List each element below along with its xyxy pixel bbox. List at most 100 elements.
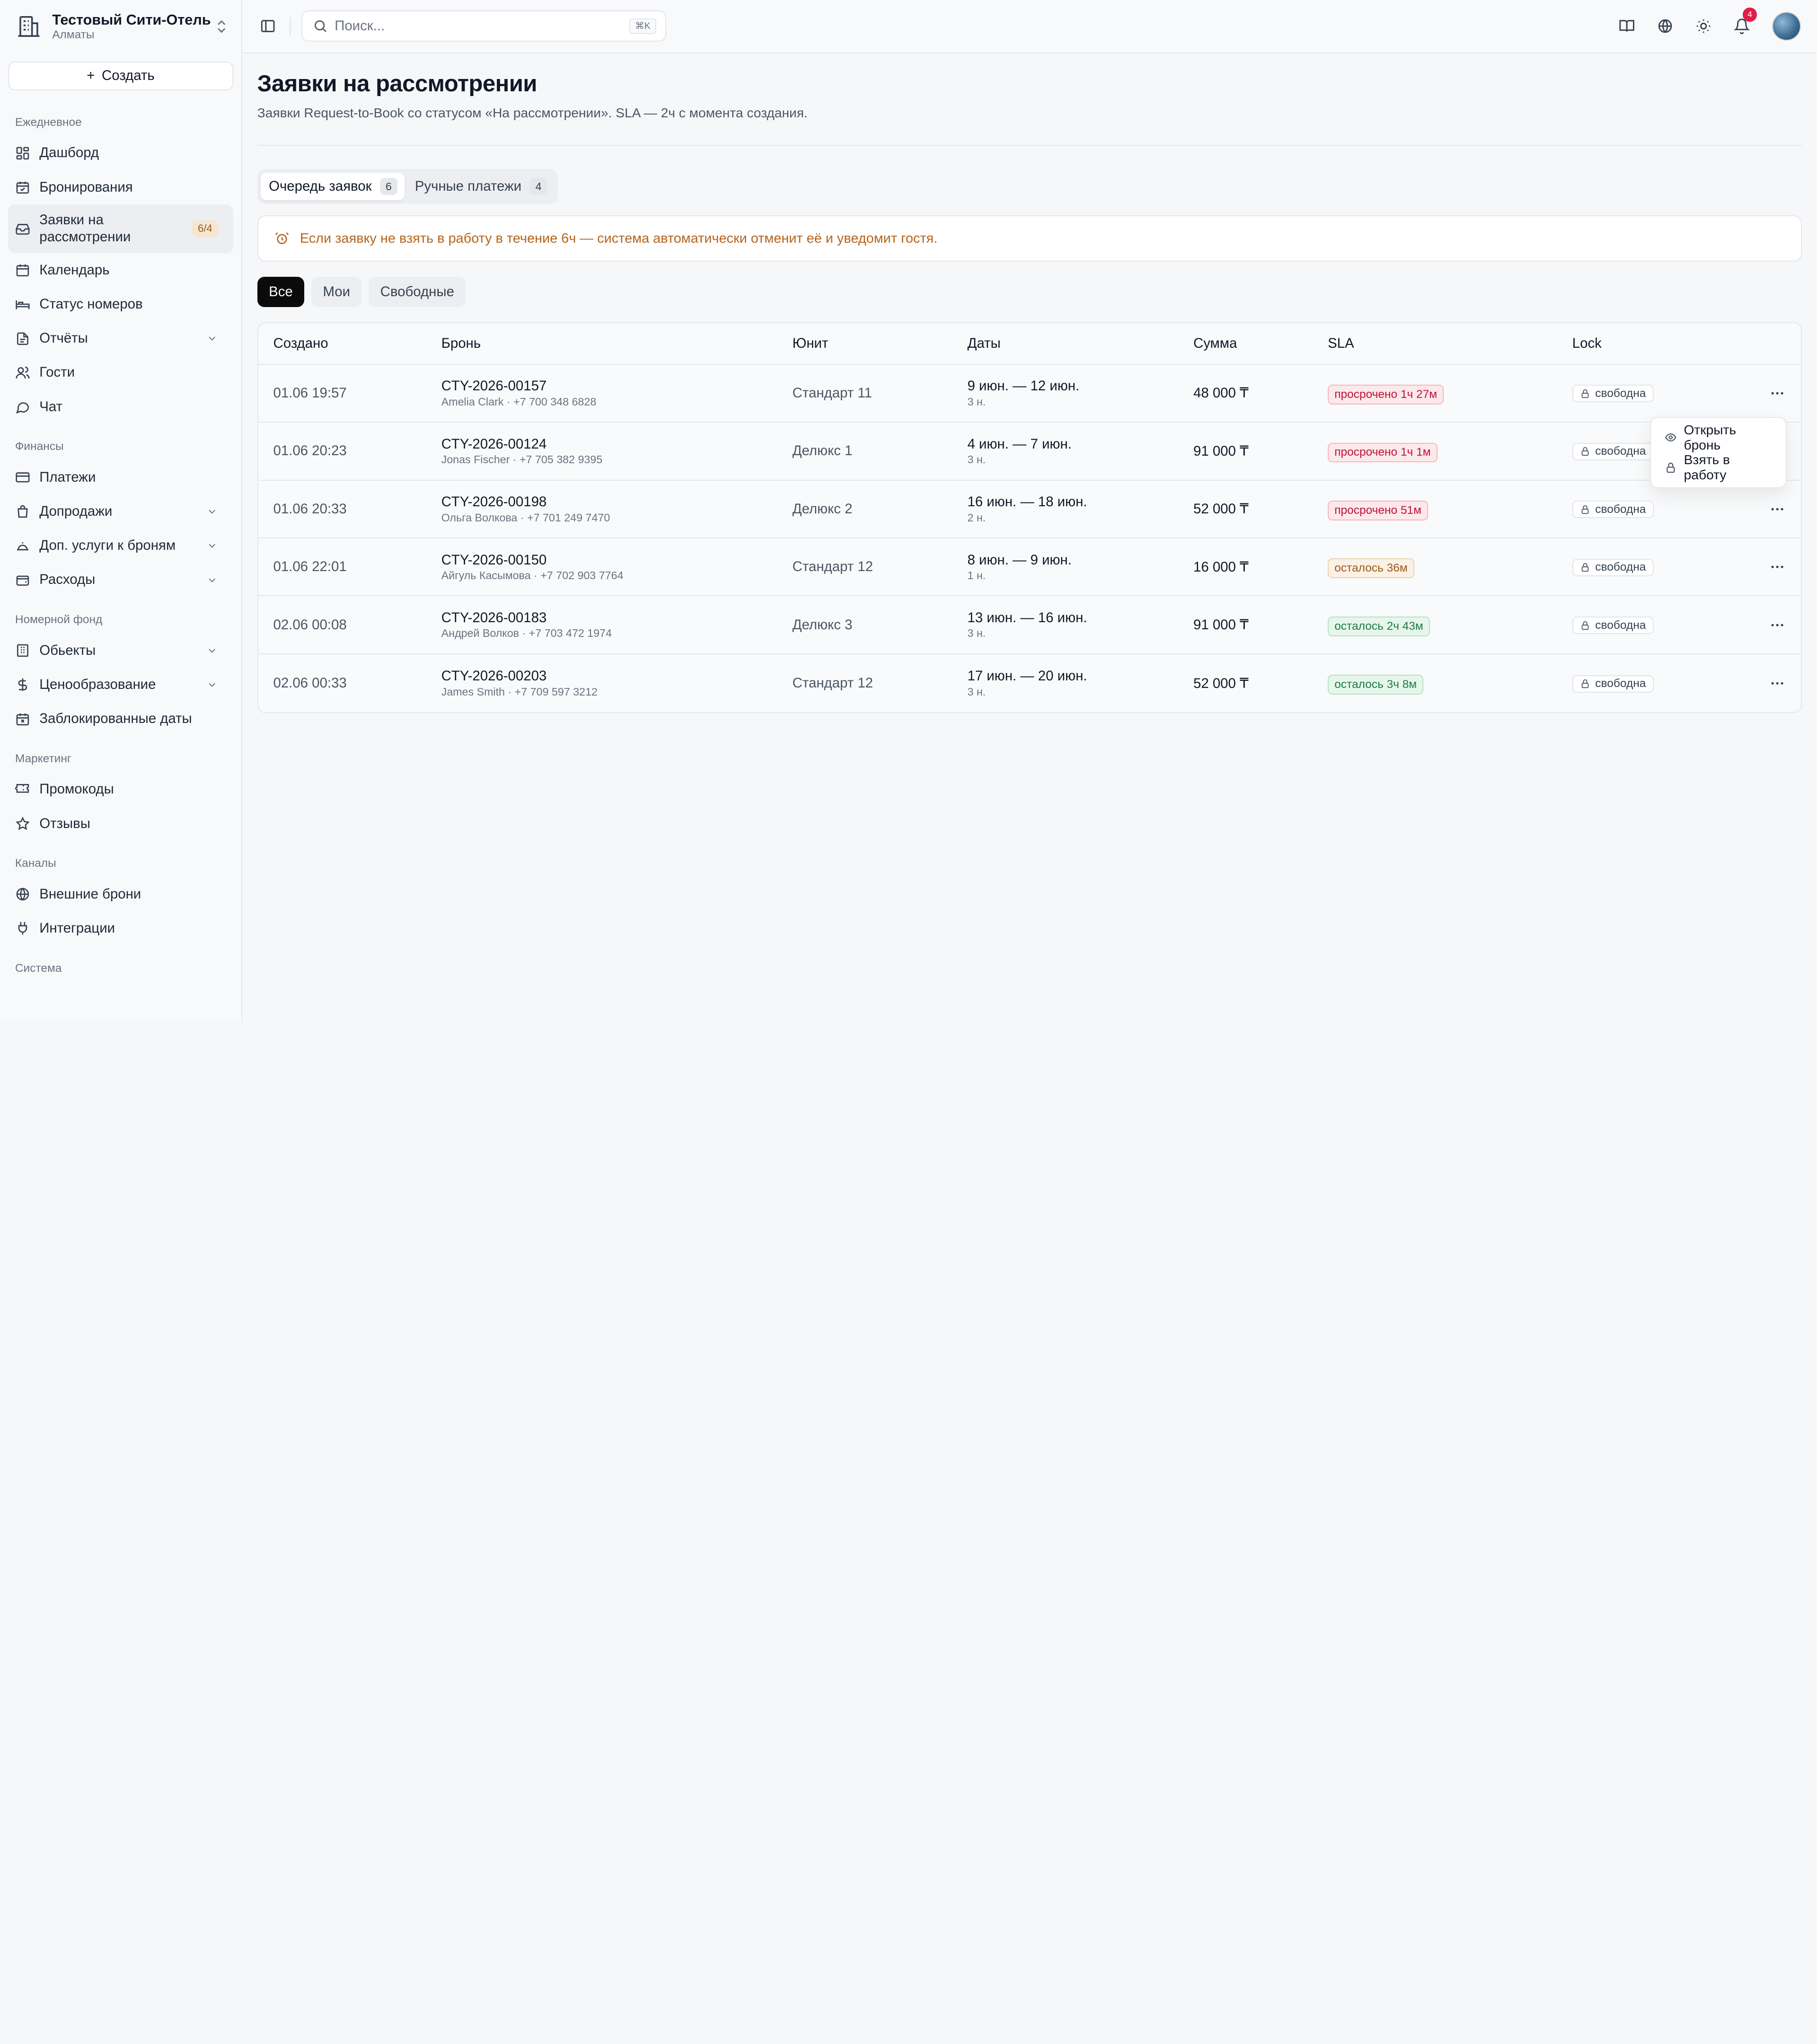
sum-cell: 16 000 ₸ xyxy=(1193,559,1249,575)
lock-label: свободна xyxy=(1595,561,1646,574)
sun-icon[interactable] xyxy=(1695,18,1711,34)
sidebar-item-0-3[interactable]: Календарь xyxy=(8,253,233,287)
building-icon xyxy=(18,16,40,37)
building-icon xyxy=(17,644,28,657)
column-header[interactable]: SLA xyxy=(1313,335,1557,352)
open-booking-menu-item[interactable]: Открыть бронь xyxy=(1656,423,1781,453)
lock-label: свободна xyxy=(1595,387,1646,400)
sidebar-item-0-5[interactable]: Отчёты xyxy=(8,321,233,355)
column-header[interactable]: Сумма xyxy=(1178,335,1313,352)
sidebar-item-label: Платежи xyxy=(39,469,96,485)
sidebar-item-0-0[interactable]: Дашборд xyxy=(8,136,233,170)
date-range: 4 июн. — 7 июн. xyxy=(967,436,1072,452)
date-range: 8 июн. — 9 июн. xyxy=(967,552,1072,568)
sidebar-item-3-0[interactable]: Промокоды xyxy=(8,773,233,807)
avatar[interactable] xyxy=(1772,11,1801,41)
booking-code[interactable]: CTY-2026-00183 xyxy=(441,610,777,626)
more-horizontal-icon[interactable] xyxy=(1769,385,1785,401)
table-row[interactable]: 01.06 20:23 CTY-2026-00124 Jonas Fischer… xyxy=(258,423,1801,481)
sidebar-item-2-1[interactable]: Ценообразование xyxy=(8,668,233,702)
filter-free[interactable]: Свободные xyxy=(369,277,466,307)
sla-cell: осталось 2ч 43м xyxy=(1313,614,1557,636)
booking-code[interactable]: CTY-2026-00203 xyxy=(441,668,777,684)
sla-badge: просрочено 1ч 27м xyxy=(1328,385,1444,405)
hotel-switcher[interactable]: Тестовый Сити-Отель Алматы xyxy=(0,0,241,53)
sidebar-item-2-0[interactable]: Обьекты xyxy=(8,634,233,668)
sla-cell: просрочено 1ч 27м xyxy=(1313,382,1557,405)
sidebar-item-label: Промокоды xyxy=(39,781,114,797)
more-horizontal-icon[interactable] xyxy=(1769,559,1785,575)
sum-cell: 52 000 ₸ xyxy=(1193,501,1249,517)
sidebar-item-4-1[interactable]: Интеграции xyxy=(8,911,233,945)
table-row[interactable]: 01.06 19:57 CTY-2026-00157 Amelia Clark … xyxy=(258,365,1801,423)
booking-code[interactable]: CTY-2026-00198 xyxy=(441,494,777,510)
sla-badge: просрочено 51м xyxy=(1328,500,1429,520)
unlock-icon xyxy=(1582,621,1589,630)
tab-queue[interactable]: Очередь заявок 6 xyxy=(261,172,405,201)
hotel-city: Алматы xyxy=(52,28,95,41)
sidebar-item-1-1[interactable]: Допродажи xyxy=(8,494,233,529)
search-box[interactable]: ⌘K xyxy=(301,10,667,42)
more-horizontal-icon[interactable] xyxy=(1769,675,1785,691)
booking-cell: CTY-2026-00157 Amelia Clark · +7 700 348… xyxy=(426,378,777,408)
sidebar-item-4-0[interactable]: Внешние брони xyxy=(8,877,233,911)
unit-cell: Делюкс 2 xyxy=(792,501,853,517)
more-horizontal-icon[interactable] xyxy=(1769,617,1785,633)
sidebar-item-1-0[interactable]: Платежи xyxy=(8,460,233,494)
lock-badge: свободна xyxy=(1572,675,1654,693)
chevron-down-icon xyxy=(209,544,216,548)
globe-icon[interactable] xyxy=(1657,18,1673,34)
sidebar-item-0-6[interactable]: Гости xyxy=(8,356,233,390)
table-row[interactable]: 02.06 00:08 CTY-2026-00183 Андрей Волков… xyxy=(258,596,1801,654)
booking-code[interactable]: CTY-2026-00150 xyxy=(441,552,777,568)
requests-table: Создано Бронь Юнит Даты Сумма SLA Lock 0… xyxy=(257,322,1802,714)
sidebar-item-label: Обьекты xyxy=(39,642,96,658)
table-body: 01.06 19:57 CTY-2026-00157 Amelia Clark … xyxy=(258,365,1801,713)
lock-badge: свободна xyxy=(1572,442,1654,460)
guest-info: Айгуль Касымова · +7 702 903 7764 xyxy=(441,569,624,581)
unit-cell: Делюкс 3 xyxy=(792,617,853,633)
sidebar-toggle-icon[interactable] xyxy=(260,18,276,34)
book-open-icon[interactable] xyxy=(1619,18,1635,34)
chevron-down-icon xyxy=(209,336,216,341)
sidebar-item-0-2[interactable]: Заявки на рассмотрении 6/4 xyxy=(8,204,233,253)
sum-cell: 52 000 ₸ xyxy=(1193,675,1249,691)
nights-count: 1 н. xyxy=(967,569,986,581)
lock-cell: свободна xyxy=(1557,556,1731,577)
sidebar-item-0-1[interactable]: Бронирования xyxy=(8,170,233,204)
lock-badge: свободна xyxy=(1572,501,1654,519)
search-input[interactable] xyxy=(335,18,623,35)
unit-cell: Стандарт 12 xyxy=(792,559,873,575)
table-row[interactable]: 01.06 22:01 CTY-2026-00150 Айгуль Касымо… xyxy=(258,538,1801,597)
column-header[interactable]: Создано xyxy=(258,335,426,352)
booking-cell: CTY-2026-00198 Ольга Волкова · +7 701 24… xyxy=(426,494,777,524)
column-header[interactable]: Даты xyxy=(953,335,1179,352)
chevron-down-icon xyxy=(209,510,216,514)
filter-all[interactable]: Все xyxy=(257,277,305,307)
nav-section-label: Каналы xyxy=(15,857,56,870)
sidebar-item-0-4[interactable]: Статус номеров xyxy=(8,287,233,321)
column-header[interactable]: Lock xyxy=(1557,335,1731,352)
table-row[interactable]: 01.06 20:33 CTY-2026-00198 Ольга Волкова… xyxy=(258,481,1801,539)
more-horizontal-icon[interactable] xyxy=(1769,501,1785,517)
sidebar-item-label: Отзывы xyxy=(39,815,90,831)
unlock-icon xyxy=(1582,563,1589,572)
sidebar-item-1-3[interactable]: Расходы xyxy=(8,563,233,597)
filter-mine[interactable]: Мои xyxy=(311,277,362,307)
booking-code[interactable]: CTY-2026-00124 xyxy=(441,436,777,452)
table-row[interactable]: 02.06 00:33 CTY-2026-00203 James Smith ·… xyxy=(258,654,1801,712)
sidebar-item-0-7[interactable]: Чат xyxy=(8,390,233,424)
notifications-button[interactable]: 4 xyxy=(1733,8,1757,35)
row-actions-menu: Открыть бронь Взять в работу xyxy=(1649,416,1787,488)
booking-code[interactable]: CTY-2026-00157 xyxy=(441,378,777,394)
users-icon xyxy=(16,366,30,379)
sidebar-item-3-1[interactable]: Отзывы xyxy=(8,807,233,841)
create-button[interactable]: + Создать xyxy=(8,61,233,90)
tab-manual-payments[interactable]: Ручные платежи 4 xyxy=(407,173,555,201)
sidebar-item-2-2[interactable]: Заблокированные даты xyxy=(8,702,233,736)
sidebar-item-1-2[interactable]: Доп. услуги к броням xyxy=(8,529,233,563)
date-range: 13 июн. — 16 июн. xyxy=(967,609,1087,626)
take-to-work-menu-item[interactable]: Взять в работу xyxy=(1656,452,1781,483)
column-header[interactable]: Бронь xyxy=(426,335,777,352)
column-header[interactable]: Юнит xyxy=(777,335,953,352)
